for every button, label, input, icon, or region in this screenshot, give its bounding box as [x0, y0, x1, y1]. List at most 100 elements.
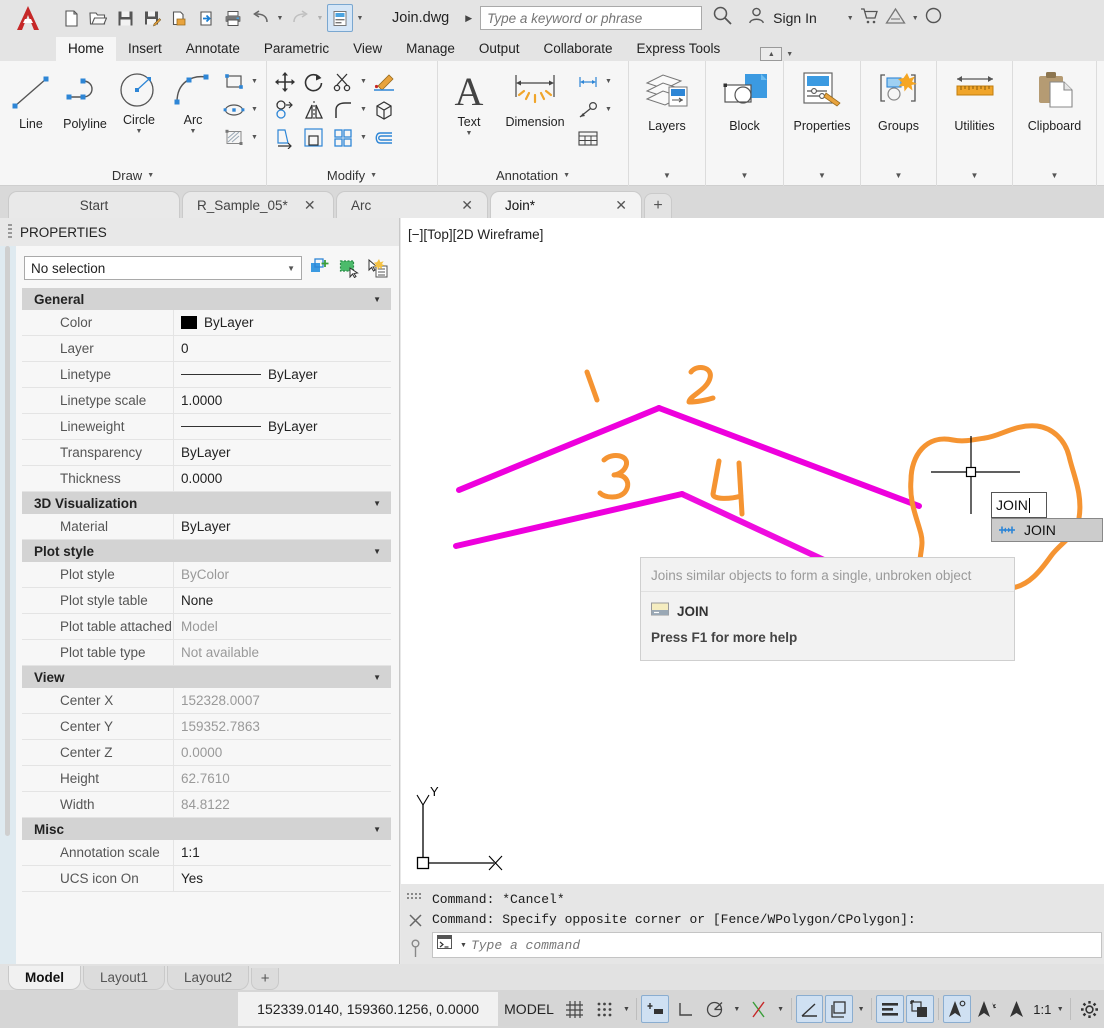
tab-output[interactable]: Output: [467, 37, 532, 61]
save-icon[interactable]: [112, 4, 138, 32]
property-row[interactable]: Plot style table None: [22, 587, 391, 614]
tab-view[interactable]: View: [341, 37, 394, 61]
annotation-scale-label[interactable]: 1:1: [1031, 1002, 1053, 1017]
properties-button[interactable]: Properties: [788, 65, 856, 133]
command-prompt-icon[interactable]: [437, 935, 456, 955]
command-input-placeholder[interactable]: Type a command: [471, 938, 580, 953]
table-icon[interactable]: [574, 124, 602, 151]
panel-clipboard-expand-icon[interactable]: ▼: [1051, 171, 1059, 180]
palette-grip-icon[interactable]: [8, 224, 12, 240]
ellipse-dropdown-icon[interactable]: ▼: [249, 106, 260, 113]
polar-tracking-icon[interactable]: [701, 995, 729, 1023]
property-row[interactable]: Color ByLayer: [22, 309, 391, 336]
tab-annotate[interactable]: Annotate: [174, 37, 252, 61]
tab-parametric[interactable]: Parametric: [252, 37, 341, 61]
sign-in-group[interactable]: Sign In: [747, 6, 817, 30]
property-row[interactable]: UCS icon On Yes: [22, 865, 391, 892]
properties-panel-icon[interactable]: [327, 4, 353, 32]
group-header-general[interactable]: General ▼: [22, 288, 391, 310]
group-header-view[interactable]: View ▼: [22, 666, 391, 688]
file-tab-start[interactable]: Start: [8, 191, 180, 218]
select-objects-icon[interactable]: [338, 257, 360, 279]
mirror-icon[interactable]: [300, 96, 328, 123]
block-button[interactable]: Block: [710, 65, 779, 133]
panel-annotation-expand-icon[interactable]: ▼: [563, 172, 570, 179]
collapse-icon[interactable]: ▼: [373, 673, 381, 682]
collapse-icon[interactable]: ▼: [373, 825, 381, 834]
property-row[interactable]: Thickness 0.0000: [22, 465, 391, 492]
draw-polyline-button[interactable]: Polyline: [58, 65, 112, 131]
property-row[interactable]: Material ByLayer: [22, 513, 391, 540]
selection-combobox[interactable]: No selection ▼: [24, 256, 302, 280]
trim-dropdown-icon[interactable]: ▼: [358, 78, 369, 85]
panel-block-title[interactable]: ▼: [706, 164, 783, 186]
search-input[interactable]: [487, 10, 696, 26]
customize-command-line-icon[interactable]: [408, 939, 423, 963]
property-row[interactable]: Linetype scale 1.0000: [22, 387, 391, 414]
dynamic-input-suggestion[interactable]: JOIN: [991, 518, 1103, 542]
import-icon[interactable]: [193, 4, 219, 32]
property-row[interactable]: Center Y 159352.7863: [22, 713, 391, 740]
panel-properties-title[interactable]: ▼: [784, 164, 860, 186]
annotation-scale-dropdown-icon[interactable]: ▼: [1053, 1006, 1067, 1013]
property-value[interactable]: ByLayer: [174, 440, 391, 466]
tab-express-tools[interactable]: Express Tools: [625, 37, 733, 61]
panel-modify-title[interactable]: Modify ▼: [267, 164, 437, 186]
join-icon[interactable]: [370, 124, 398, 151]
erase-icon[interactable]: [370, 68, 398, 95]
panel-utilities-title[interactable]: ▼: [937, 164, 1012, 186]
chevron-down-icon[interactable]: ▼: [287, 264, 295, 273]
palette-scroll-thumb[interactable]: [5, 246, 10, 836]
property-row[interactable]: Center X 152328.0007: [22, 687, 391, 714]
close-tab-icon[interactable]: ✕: [615, 197, 627, 214]
property-value[interactable]: None: [174, 588, 391, 614]
scale-icon[interactable]: [300, 124, 328, 151]
property-value[interactable]: 0: [174, 336, 391, 362]
copy-icon[interactable]: [271, 96, 299, 123]
property-row[interactable]: Plot table attached... Model: [22, 613, 391, 640]
property-row[interactable]: Center Z 0.0000: [22, 739, 391, 766]
property-row[interactable]: Annotation scale 1:1: [22, 839, 391, 866]
property-value[interactable]: ByLayer: [174, 514, 391, 540]
group-header-plot-style[interactable]: Plot style ▼: [22, 540, 391, 562]
tab-collaborate[interactable]: Collaborate: [531, 37, 624, 61]
layout-tab-layout1[interactable]: Layout1: [83, 966, 166, 990]
property-value[interactable]: Yes: [174, 866, 391, 892]
property-row[interactable]: Linetype ByLayer: [22, 361, 391, 388]
circle-dropdown-icon[interactable]: ▼: [136, 128, 143, 135]
property-value[interactable]: 0.0000: [174, 466, 391, 492]
hatch-dropdown-icon[interactable]: ▼: [249, 134, 260, 141]
layers-button[interactable]: Layers: [633, 65, 701, 133]
group-header-3d-visualization[interactable]: 3D Visualization ▼: [22, 492, 391, 514]
property-value[interactable]: ByLayer: [174, 414, 391, 440]
file-tab-join[interactable]: Join* ✕: [490, 191, 642, 218]
lineweight-dropdown-icon[interactable]: ▼: [854, 1006, 868, 1013]
panel-groups-expand-icon[interactable]: ▼: [895, 171, 903, 180]
hatch-icon[interactable]: [220, 124, 248, 151]
panel-modify-expand-icon[interactable]: ▼: [370, 172, 377, 179]
command-dropdown-icon[interactable]: ▼: [460, 942, 467, 949]
property-row[interactable]: Transparency ByLayer: [22, 439, 391, 466]
ortho-mode-icon[interactable]: [671, 995, 699, 1023]
quick-select-icon[interactable]: [309, 257, 331, 279]
autocad-logo-icon[interactable]: [0, 0, 56, 36]
fillet-dropdown-icon[interactable]: ▼: [358, 106, 369, 113]
command-input-wrapper[interactable]: ▼ Type a command: [432, 932, 1102, 958]
dynamic-ucs-icon[interactable]: [973, 995, 1001, 1023]
panel-utilities-expand-icon[interactable]: ▼: [971, 171, 979, 180]
object-snap-icon[interactable]: [795, 995, 824, 1023]
groups-button[interactable]: Groups: [865, 65, 932, 133]
leader-icon[interactable]: [574, 96, 602, 123]
drawing-canvas[interactable]: [−][Top][2D Wireframe] Y Joins similar o…: [401, 218, 1104, 884]
property-row[interactable]: Layer 0: [22, 335, 391, 362]
customization-gear-icon[interactable]: [1075, 995, 1103, 1023]
undo-dropdown-icon[interactable]: ▼: [274, 4, 286, 32]
grid-display-icon[interactable]: [561, 995, 589, 1023]
close-command-line-icon[interactable]: [408, 913, 423, 933]
rectangle-dropdown-icon[interactable]: ▼: [249, 78, 260, 85]
3d-array-icon[interactable]: [370, 96, 398, 123]
property-row[interactable]: Lineweight ByLayer: [22, 413, 391, 440]
search-field-wrapper[interactable]: [480, 6, 703, 30]
snap-mode-icon[interactable]: [591, 995, 619, 1023]
snap-dropdown-icon[interactable]: ▼: [620, 1006, 634, 1013]
